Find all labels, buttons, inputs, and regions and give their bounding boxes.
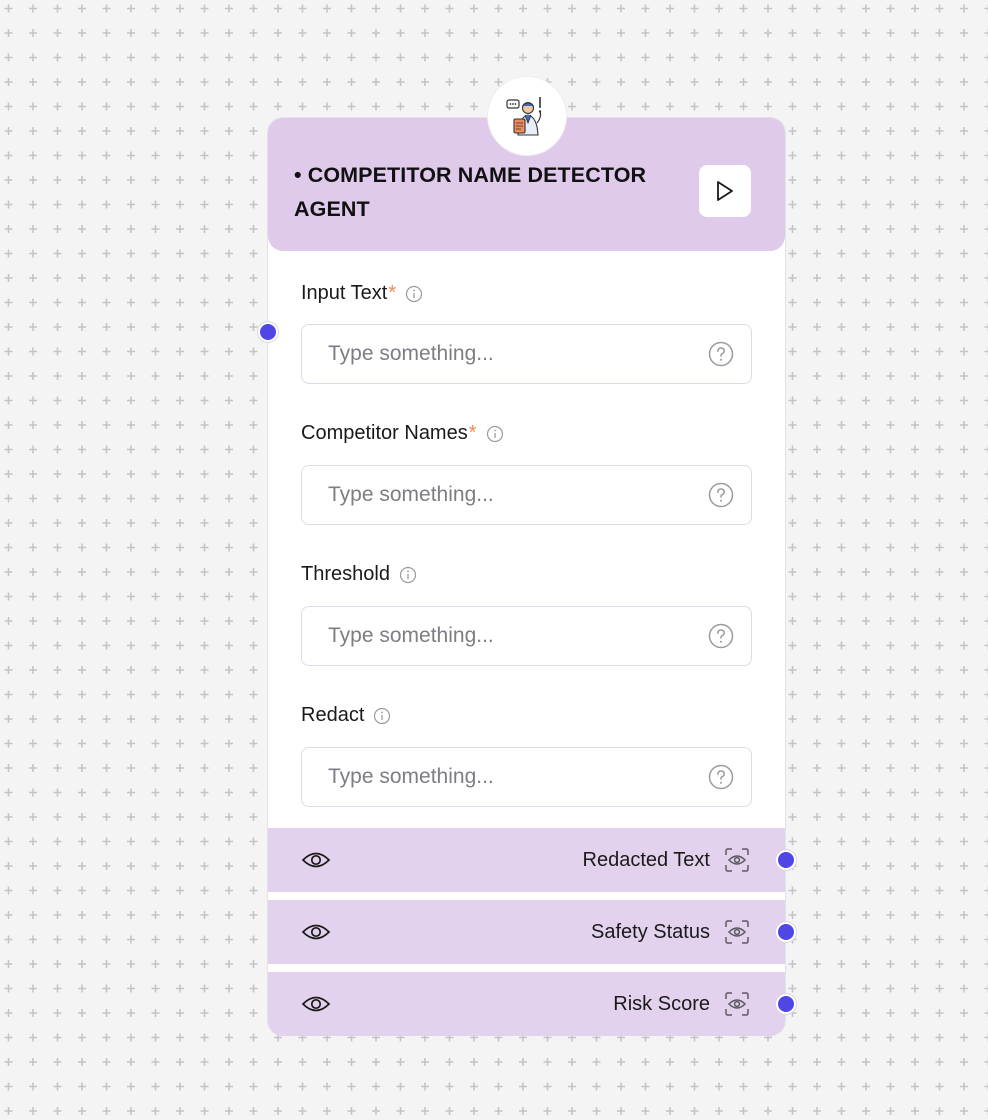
scan-eye-icon[interactable] xyxy=(724,847,750,873)
scan-eye-icon[interactable] xyxy=(724,919,750,945)
info-icon[interactable] xyxy=(373,707,391,725)
input-text-input[interactable] xyxy=(328,325,698,382)
output-safety-status: Safety Status xyxy=(268,900,785,964)
node-title: • COMPETITOR NAME DETECTOR AGENT xyxy=(294,163,647,221)
threshold-field[interactable] xyxy=(301,606,752,666)
output-risk-score: Risk Score xyxy=(268,972,785,1036)
agent-avatar xyxy=(488,77,566,155)
competitor-names-field[interactable] xyxy=(301,465,752,525)
field-label-text: Input Text xyxy=(301,282,388,304)
play-icon xyxy=(717,181,733,201)
risk-score-output-handle[interactable] xyxy=(778,996,794,1012)
field-label-text: Competitor Names xyxy=(301,422,468,444)
threshold-label: Threshold xyxy=(301,563,417,586)
input-text-label: Input Text * xyxy=(301,282,423,305)
competitor-names-label: Competitor Names * xyxy=(301,422,504,445)
threshold-input[interactable] xyxy=(328,607,698,664)
scan-eye-icon[interactable] xyxy=(724,991,750,1017)
required-mark: * xyxy=(388,282,397,304)
info-icon[interactable] xyxy=(486,425,504,443)
output-label: Safety Status xyxy=(591,921,710,943)
output-label: Redacted Text xyxy=(582,849,711,871)
redact-input[interactable] xyxy=(328,748,698,805)
eye-icon[interactable] xyxy=(301,992,331,1016)
required-mark: * xyxy=(468,422,477,444)
redact-field[interactable] xyxy=(301,747,752,807)
output-label: Risk Score xyxy=(613,993,710,1015)
eye-icon[interactable] xyxy=(301,920,331,944)
info-icon[interactable] xyxy=(399,566,417,584)
eye-icon[interactable] xyxy=(301,848,331,872)
input-text-connection-handle[interactable] xyxy=(260,324,276,340)
competitor-name-detector-node[interactable]: • COMPETITOR NAME DETECTOR AGENT Input T… xyxy=(267,117,786,1036)
help-icon[interactable] xyxy=(708,764,734,790)
info-icon[interactable] xyxy=(405,285,423,303)
safety-status-output-handle[interactable] xyxy=(778,924,794,940)
help-icon[interactable] xyxy=(708,341,734,367)
agent-avatar-icon xyxy=(506,97,542,136)
help-icon[interactable] xyxy=(708,623,734,649)
competitor-names-input[interactable] xyxy=(328,466,698,523)
redacted-text-output-handle[interactable] xyxy=(778,852,794,868)
redact-label: Redact xyxy=(301,704,391,727)
field-label-text: Threshold xyxy=(301,563,390,585)
input-text-field[interactable] xyxy=(301,324,752,384)
help-icon[interactable] xyxy=(708,482,734,508)
output-redacted-text: Redacted Text xyxy=(268,828,785,892)
run-button[interactable] xyxy=(699,165,751,217)
field-label-text: Redact xyxy=(301,704,365,726)
